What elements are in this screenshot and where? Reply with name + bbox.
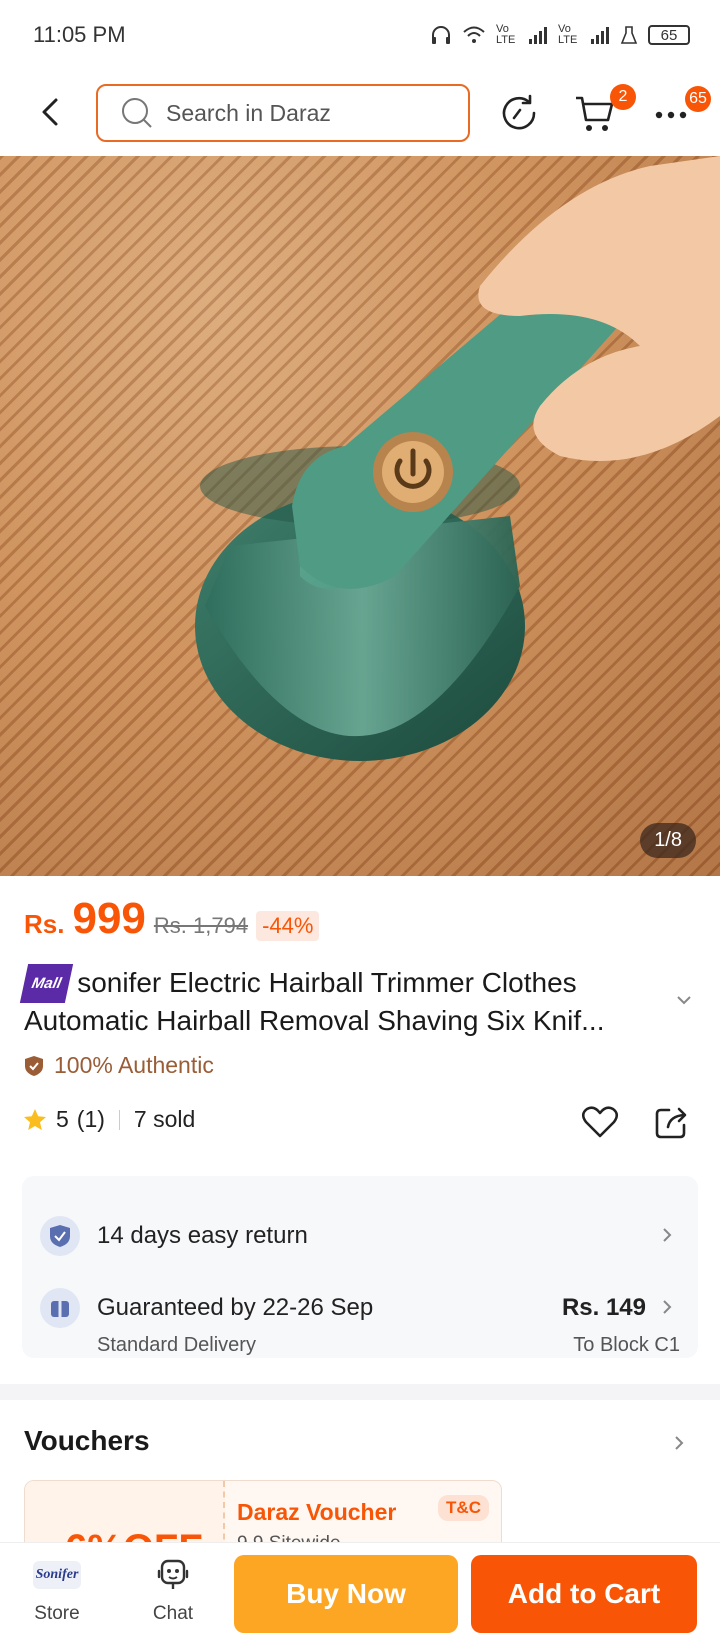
return-shield-icon: [40, 1216, 80, 1256]
product-page: 11:05 PM Vo LTE Vo LTE 65 Search in Dara…: [0, 0, 720, 1640]
original-price: Rs. 1,794: [153, 913, 249, 938]
status-bar: 11:05 PM Vo LTE Vo LTE 65: [0, 0, 720, 70]
delivery-type: Standard Delivery: [97, 1334, 256, 1356]
mall-badge: Mall: [19, 964, 74, 1003]
section-divider: [0, 1384, 720, 1400]
buy-now-button[interactable]: Buy Now: [234, 1555, 458, 1633]
price-currency: Rs.: [24, 909, 65, 939]
rating-count: (1): [76, 1106, 105, 1132]
store-button[interactable]: Sonifer Store: [12, 1555, 102, 1625]
chevron-down-icon[interactable]: [674, 990, 694, 1010]
store-label: Store: [34, 1603, 80, 1624]
bottom-action-bar: Sonifer Store Chat Buy Now Add to Cart: [0, 1542, 720, 1640]
store-logo: Sonifer: [32, 1561, 82, 1589]
flask-icon: [620, 26, 638, 44]
delivery-guarantee-label[interactable]: Guaranteed by 22-26 Sep: [97, 1294, 373, 1322]
store-logo-icon: Sonifer: [32, 1555, 82, 1595]
product-title-text: sonifer Electric Hairball Trimmer Clothe…: [24, 967, 605, 1036]
chevron-right-icon[interactable]: [660, 1226, 674, 1244]
price-amount: 999: [72, 894, 146, 943]
voucher-tc-link[interactable]: T&C: [438, 1495, 489, 1521]
status-icons: Vo LTE Vo LTE 65: [430, 24, 690, 46]
more-count-badge: 65: [685, 86, 711, 112]
chat-label: Chat: [152, 1603, 194, 1624]
signal-icon: [591, 27, 609, 44]
add-to-cart-button[interactable]: Add to Cart: [471, 1555, 697, 1633]
signal-icon: [529, 27, 547, 44]
search-icon: [122, 98, 152, 128]
image-pager: 1/8: [640, 823, 696, 858]
delivery-location[interactable]: To Block C1: [573, 1334, 680, 1357]
sold-count: 7 sold: [133, 1106, 196, 1132]
rating-value: 5: [56, 1106, 69, 1132]
chat-button[interactable]: Chat: [128, 1555, 218, 1625]
search-input[interactable]: Search in Daraz: [96, 84, 470, 142]
delivery-box-icon: [40, 1288, 80, 1328]
history-icon[interactable]: [496, 90, 542, 136]
authentic-row: 100% Authentic: [24, 1052, 214, 1079]
shield-check-icon: [25, 1055, 43, 1076]
wifi-icon: [463, 26, 485, 43]
heart-icon[interactable]: [580, 1102, 620, 1142]
service-card: 14 days easy return Guaranteed by 22-26 …: [22, 1176, 698, 1358]
authentic-label: 100% Authentic: [54, 1052, 214, 1078]
search-placeholder: Search in Daraz: [166, 99, 331, 126]
rating-row[interactable]: 5 (1) 7 sold: [22, 1106, 195, 1133]
star-icon: [24, 1108, 46, 1130]
top-nav: Search in Daraz 2 65: [0, 76, 720, 156]
vouchers-heading: Vouchers: [24, 1425, 150, 1456]
lint-remover-illustration: [195, 156, 720, 761]
chat-icon: [153, 1555, 193, 1595]
battery-icon: 65: [648, 25, 690, 45]
status-time: 11:05 PM: [33, 22, 126, 47]
voucher-name: Daraz Voucher: [237, 1499, 397, 1525]
price-row: Rs. 999 Rs. 1,794 -44%: [24, 894, 320, 944]
share-icon[interactable]: [652, 1102, 692, 1142]
product-title[interactable]: Mall sonifer Electric Hairball Trimmer Cl…: [19, 964, 664, 1038]
delivery-fee: Rs. 149: [561, 1294, 646, 1321]
chevron-right-icon[interactable]: [660, 1298, 674, 1316]
divider: [118, 1109, 120, 1130]
product-image[interactable]: 1/8: [0, 156, 720, 876]
cart-count-badge: 2: [610, 84, 636, 110]
chevron-right-icon[interactable]: [672, 1434, 686, 1452]
back-arrow-icon[interactable]: [30, 92, 70, 132]
headphones-icon: [432, 26, 450, 44]
network-label-2: Vo LTE: [558, 23, 578, 46]
return-policy-label[interactable]: 14 days easy return: [97, 1222, 308, 1250]
network-label-1: Vo LTE: [496, 23, 516, 46]
discount-badge: -44%: [256, 911, 320, 941]
